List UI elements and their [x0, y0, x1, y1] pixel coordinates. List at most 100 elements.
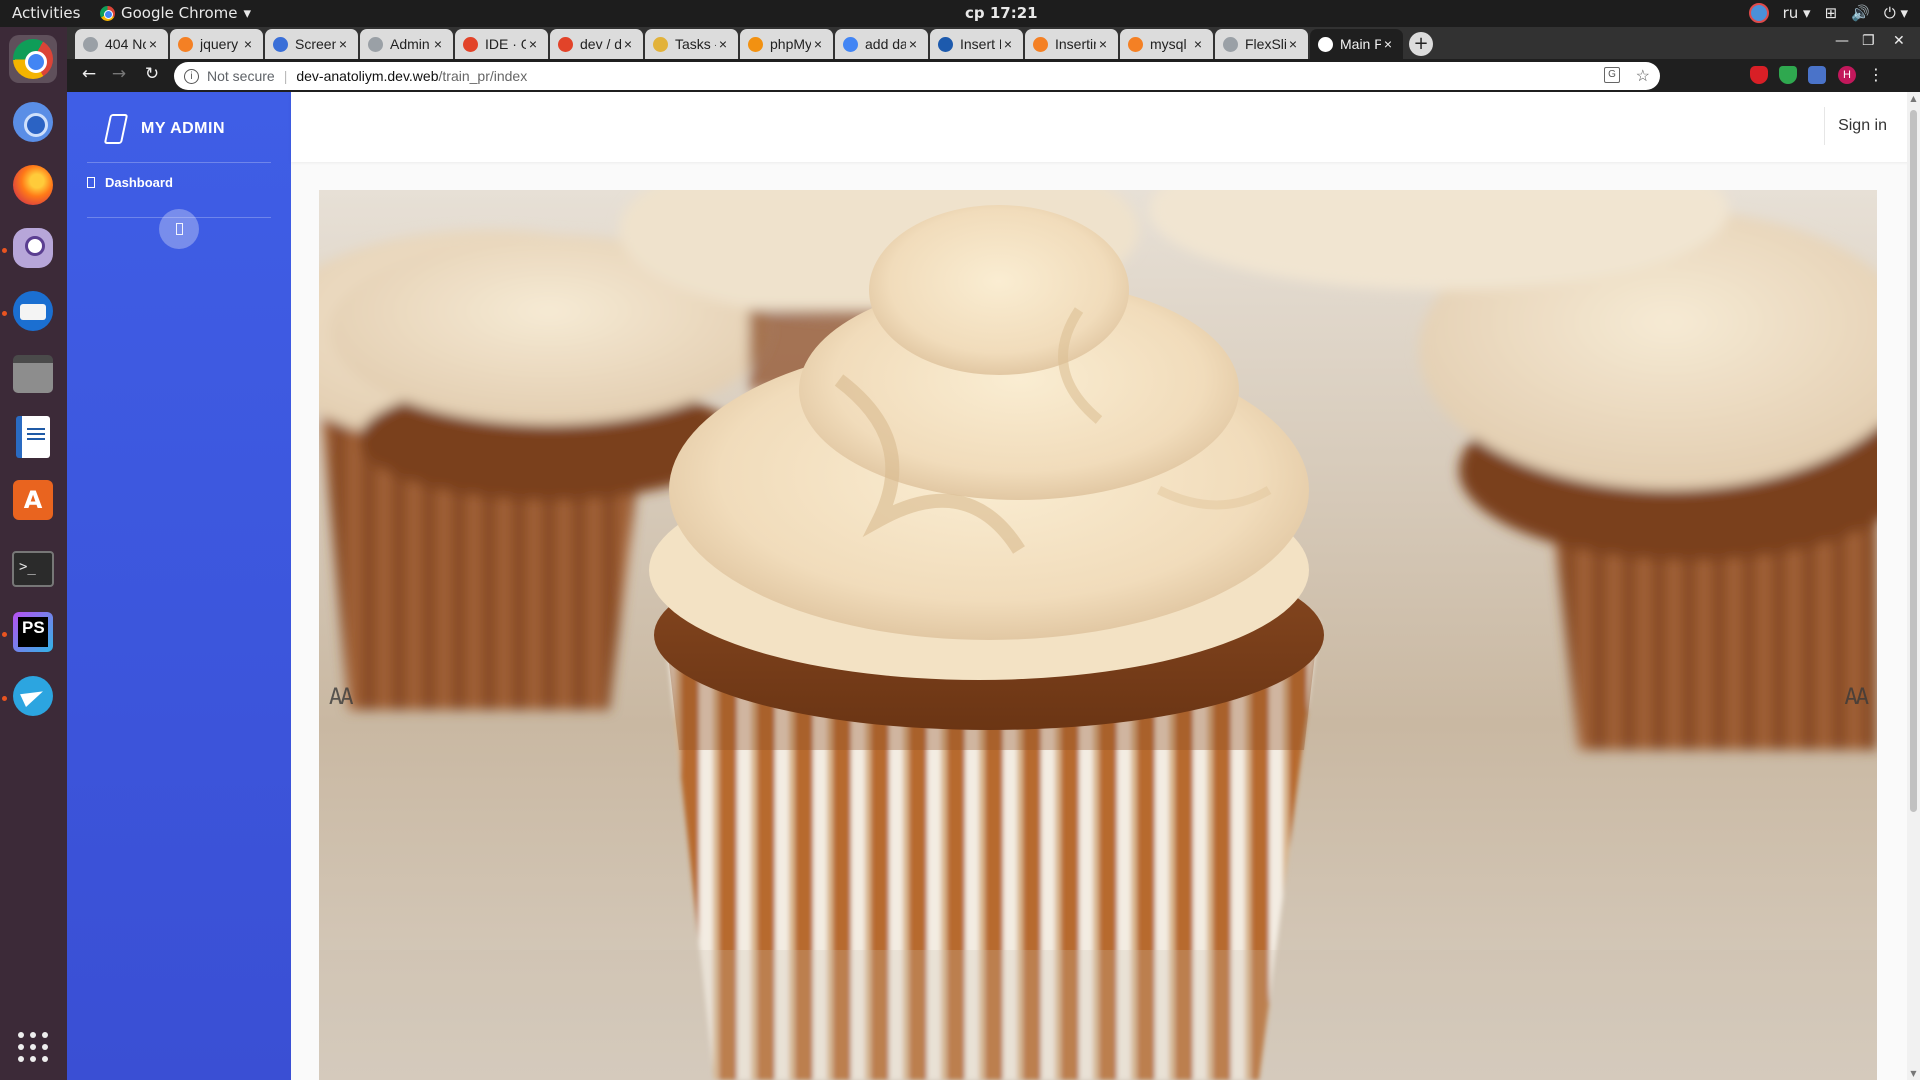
- profile-avatar[interactable]: H: [1838, 66, 1856, 84]
- browser-tab[interactable]: 404 Not×: [75, 29, 168, 59]
- url-path: /train_pr/index: [438, 68, 528, 84]
- back-icon[interactable]: ←: [77, 64, 101, 84]
- tab-label: mysql -: [1150, 36, 1191, 52]
- tab-close-icon[interactable]: ×: [146, 36, 160, 52]
- tab-label: jquery -: [200, 36, 241, 52]
- browser-tab[interactable]: Insertin×: [1025, 29, 1118, 59]
- clock[interactable]: ср 17:21: [965, 4, 1038, 22]
- sidebar-toggle-button[interactable]: [159, 209, 199, 249]
- tab-close-icon[interactable]: ×: [811, 36, 825, 52]
- tab-close-icon[interactable]: ×: [621, 36, 635, 52]
- tab-label: Screens: [295, 36, 336, 52]
- tab-label: Insert D: [960, 36, 1001, 52]
- tab-close-icon[interactable]: ×: [1381, 36, 1395, 52]
- browser-tab[interactable]: phpMyA×: [740, 29, 833, 59]
- dock-software[interactable]: A: [9, 476, 57, 524]
- scroll-down-icon[interactable]: ▼: [1909, 1069, 1918, 1078]
- dock-chromium[interactable]: [9, 98, 57, 146]
- dock-chrome[interactable]: [9, 35, 57, 83]
- show-applications-button[interactable]: [9, 1023, 57, 1071]
- sign-in-link[interactable]: Sign in: [1824, 107, 1900, 145]
- app-menu-label: Google Chrome: [121, 4, 238, 22]
- new-tab-button[interactable]: +: [1409, 32, 1433, 56]
- slider-prev-button[interactable]: AA: [329, 685, 353, 710]
- reload-icon[interactable]: ↻: [140, 64, 164, 84]
- slider-next-button[interactable]: AA: [1845, 685, 1869, 710]
- extension-shield-icon[interactable]: [1779, 66, 1797, 84]
- power-icon[interactable]: ⏻ ▾: [1884, 4, 1908, 22]
- chrome-icon: [100, 5, 115, 21]
- keyboard-language[interactable]: ru ▾: [1783, 4, 1811, 22]
- hero-slider: AA AA: [319, 190, 1877, 1080]
- browser-tab[interactable]: Tasks - F×: [645, 29, 738, 59]
- browser-menu-icon[interactable]: ⋮: [1867, 66, 1885, 84]
- browser-tab[interactable]: jquery -×: [170, 29, 263, 59]
- phpstorm-icon: PS: [13, 612, 53, 652]
- scrollbar-thumb[interactable]: [1910, 110, 1917, 812]
- writer-icon: [16, 416, 50, 458]
- dock-terminal[interactable]: >_: [9, 545, 57, 593]
- tab-close-icon[interactable]: ×: [431, 36, 445, 52]
- dock-thunderbird[interactable]: [9, 287, 57, 335]
- chromium-icon: [13, 102, 53, 142]
- admin-sidebar: MY ADMIN Dashboard: [67, 92, 291, 1080]
- tab-close-icon[interactable]: ×: [1001, 36, 1015, 52]
- tab-close-icon[interactable]: ×: [1286, 36, 1300, 52]
- files-icon: [13, 355, 53, 393]
- tab-close-icon[interactable]: ×: [241, 36, 255, 52]
- firefox-icon: [13, 165, 53, 205]
- tab-label: dev / de: [580, 36, 621, 52]
- omnibox-separator: |: [283, 68, 288, 84]
- dock-files[interactable]: [9, 350, 57, 398]
- translate-icon[interactable]: G: [1604, 67, 1620, 83]
- volume-icon[interactable]: 🔊: [1851, 4, 1870, 22]
- browser-tab[interactable]: add dat×: [835, 29, 928, 59]
- app-menu[interactable]: Google Chrome ▾: [100, 4, 251, 22]
- dock-phpstorm[interactable]: PS: [9, 608, 57, 656]
- browser-tab[interactable]: Insert D×: [930, 29, 1023, 59]
- running-indicator: [2, 696, 7, 701]
- network-icon[interactable]: ⊞: [1825, 4, 1838, 22]
- notification-badge-icon[interactable]: [1748, 3, 1769, 23]
- browser-tab[interactable]: dev / de×: [550, 29, 643, 59]
- browser-tab[interactable]: mysql - ×: [1120, 29, 1213, 59]
- browser-tab[interactable]: Main P ×: [1310, 29, 1403, 59]
- activities-button[interactable]: Activities: [12, 4, 80, 22]
- tab-favicon-icon: [83, 36, 98, 52]
- dock-telegram[interactable]: [9, 672, 57, 720]
- dock-writer[interactable]: [9, 413, 57, 461]
- running-indicator: [2, 311, 7, 316]
- tab-favicon-icon: [178, 36, 193, 52]
- tab-favicon-icon: [558, 36, 573, 52]
- tab-close-icon[interactable]: ×: [716, 36, 730, 52]
- browser-tab[interactable]: IDE · Git×: [455, 29, 548, 59]
- tab-favicon-icon: [653, 36, 668, 52]
- extension-adblock-icon[interactable]: [1750, 66, 1768, 84]
- brand[interactable]: MY ADMIN: [103, 114, 225, 144]
- maximize-icon[interactable]: ❐: [1862, 33, 1875, 49]
- sidebar-item-dashboard[interactable]: Dashboard: [87, 167, 271, 197]
- tab-close-icon[interactable]: ×: [526, 36, 540, 52]
- browser-tab[interactable]: Screens×: [265, 29, 358, 59]
- pidgin-icon: [13, 228, 53, 268]
- browser-tab[interactable]: FlexSlid×: [1215, 29, 1308, 59]
- minimize-icon[interactable]: —: [1835, 33, 1849, 49]
- extension-translate-icon[interactable]: [1808, 66, 1826, 84]
- terminal-icon: >_: [12, 551, 54, 587]
- tab-close-icon[interactable]: ×: [1191, 36, 1205, 52]
- forward-icon[interactable]: →: [107, 64, 131, 84]
- close-window-icon[interactable]: ✕: [1893, 33, 1905, 49]
- address-bar[interactable]: i Not secure | dev-anatoliym.dev.web/tra…: [174, 62, 1660, 90]
- tab-close-icon[interactable]: ×: [1096, 36, 1110, 52]
- tab-close-icon[interactable]: ×: [906, 36, 920, 52]
- dock-pidgin[interactable]: [9, 224, 57, 272]
- info-icon[interactable]: i: [184, 68, 199, 84]
- page-scrollbar[interactable]: ▲ ▼: [1907, 92, 1920, 1080]
- thunderbird-icon: [13, 291, 53, 331]
- system-top-bar: Activities Google Chrome ▾ ср 17:21 ru ▾…: [0, 0, 1920, 27]
- tab-close-icon[interactable]: ×: [336, 36, 350, 52]
- browser-tab[interactable]: Admin F×: [360, 29, 453, 59]
- scroll-up-icon[interactable]: ▲: [1909, 94, 1918, 103]
- dock-firefox[interactable]: [9, 161, 57, 209]
- bookmark-star-icon[interactable]: ☆: [1636, 66, 1650, 86]
